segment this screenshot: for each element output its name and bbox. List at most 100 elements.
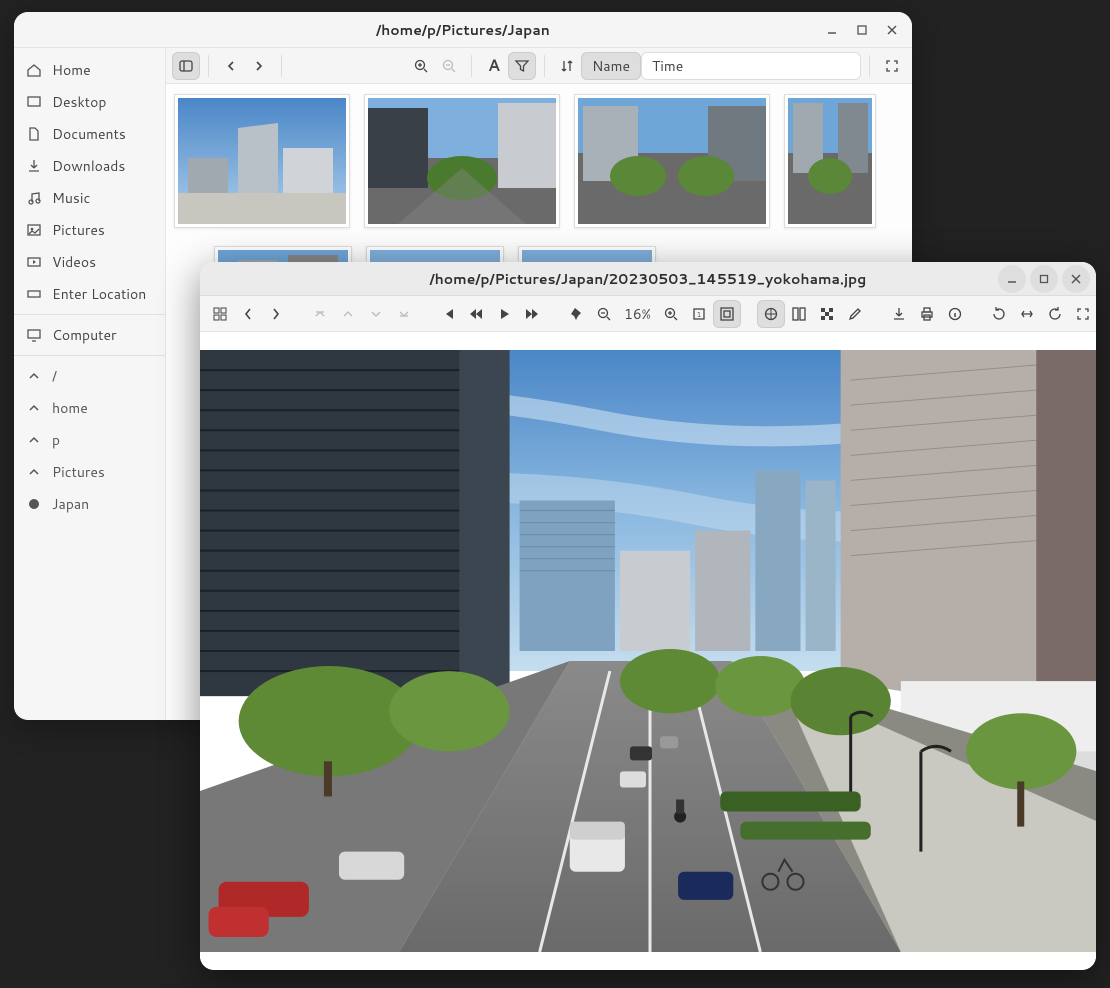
slideshow-first-button[interactable] <box>434 300 462 328</box>
imageviewer-window-controls <box>998 265 1090 293</box>
sort-label: Name <box>592 56 630 76</box>
zoom-actual-button[interactable]: 1 <box>685 300 713 328</box>
imageviewer-title: /home/p/Pictures/Japan/20230503_145519_y… <box>430 269 867 289</box>
close-button[interactable] <box>1062 265 1090 293</box>
music-icon <box>26 190 42 206</box>
computer-icon <box>26 327 42 343</box>
down-folder-button[interactable] <box>362 300 390 328</box>
pin-button[interactable] <box>562 300 590 328</box>
displayed-image <box>200 350 1096 952</box>
last-folder-button[interactable] <box>390 300 418 328</box>
slideshow-play-button[interactable] <box>490 300 518 328</box>
minimize-button[interactable] <box>818 16 846 44</box>
print-button[interactable] <box>913 300 941 328</box>
slideshow-prev-button[interactable] <box>462 300 490 328</box>
zoom-in-button[interactable] <box>407 52 435 80</box>
transparency-grid-button[interactable] <box>813 300 841 328</box>
sidebar-item-label: Pictures <box>52 220 105 240</box>
filemanager-window-controls <box>818 16 906 44</box>
sidebar-item-documents[interactable]: Documents <box>14 118 165 150</box>
sidebar-item-music[interactable]: Music <box>14 182 165 214</box>
breadcrumb-root[interactable]: / <box>14 360 165 392</box>
up-folder-button[interactable] <box>334 300 362 328</box>
documents-icon <box>26 126 42 142</box>
desktop-icon <box>26 94 42 110</box>
zoom-out-button[interactable] <box>435 52 463 80</box>
sidebar-item-label: Music <box>52 188 90 208</box>
save-button[interactable] <box>885 300 913 328</box>
sort-direction-button[interactable] <box>553 52 581 80</box>
filemanager-toolbar: A Name Time <box>166 48 912 84</box>
next-image-button[interactable] <box>262 300 290 328</box>
breadcrumb-label: Pictures <box>52 462 105 482</box>
color-management-button[interactable] <box>757 300 785 328</box>
breadcrumb-label: p <box>52 430 60 450</box>
maximize-button[interactable] <box>1030 265 1058 293</box>
toggle-sidebar-button[interactable] <box>172 52 200 80</box>
breadcrumb-pictures[interactable]: Pictures <box>14 456 165 488</box>
photo-thumbnail <box>368 98 556 224</box>
sidebar-separator <box>14 355 165 356</box>
zoom-fit-button[interactable] <box>713 300 741 328</box>
sidebar-item-videos[interactable]: Videos <box>14 246 165 278</box>
fullscreen-button[interactable] <box>1069 300 1096 328</box>
thumbnail-view-button[interactable] <box>206 300 234 328</box>
location-icon <box>26 286 42 302</box>
sidebar-item-desktop[interactable]: Desktop <box>14 86 165 118</box>
rotate-left-button[interactable] <box>985 300 1013 328</box>
first-folder-button[interactable] <box>306 300 334 328</box>
maximize-button[interactable] <box>848 16 876 44</box>
sidebar-item-home[interactable]: Home <box>14 54 165 86</box>
filter-button[interactable] <box>508 52 536 80</box>
sort-by-name-button[interactable]: Name <box>581 52 641 80</box>
thumbnail[interactable] <box>574 94 770 228</box>
minimize-button[interactable] <box>998 265 1026 293</box>
sidebar-separator <box>14 314 165 315</box>
imageviewer-toolbar: 16% 1 <box>200 296 1096 332</box>
downloads-icon <box>26 158 42 174</box>
filemanager-titlebar: /home/p/Pictures/Japan <box>14 12 912 48</box>
thumbnail[interactable] <box>784 94 876 228</box>
breadcrumb-p[interactable]: p <box>14 424 165 456</box>
zoom-in-button[interactable] <box>657 300 685 328</box>
photo-thumbnail <box>788 98 872 224</box>
sidebar-item-computer[interactable]: Computer <box>14 319 165 351</box>
sort-by-time-button[interactable]: Time <box>641 52 861 80</box>
sidebar-item-enter-location[interactable]: Enter Location <box>14 278 165 310</box>
zoom-out-button[interactable] <box>590 300 618 328</box>
flip-button[interactable] <box>1013 300 1041 328</box>
filemanager-title: /home/p/Pictures/Japan <box>376 20 550 40</box>
breadcrumb-home[interactable]: home <box>14 392 165 424</box>
sidebar-item-label: Downloads <box>52 156 125 176</box>
videos-icon <box>26 254 42 270</box>
image-viewport[interactable] <box>200 332 1096 970</box>
thumbnail[interactable] <box>364 94 560 228</box>
dot-icon <box>26 499 42 509</box>
imageviewer-window: /home/p/Pictures/Japan/20230503_145519_y… <box>200 262 1096 970</box>
sidebar-item-pictures[interactable]: Pictures <box>14 214 165 246</box>
chevron-up-icon <box>26 402 42 414</box>
breadcrumb-current[interactable]: Japan <box>14 488 165 520</box>
histogram-button[interactable] <box>785 300 813 328</box>
edit-button[interactable] <box>841 300 869 328</box>
nav-forward-button[interactable] <box>245 52 273 80</box>
nav-back-button[interactable] <box>217 52 245 80</box>
fullscreen-button[interactable] <box>878 52 906 80</box>
text-style-button[interactable]: A <box>480 52 508 80</box>
sidebar-item-label: Computer <box>52 325 116 345</box>
close-button[interactable] <box>878 16 906 44</box>
chevron-up-icon <box>26 370 42 382</box>
info-button[interactable] <box>941 300 969 328</box>
rotate-right-button[interactable] <box>1041 300 1069 328</box>
pictures-icon <box>26 222 42 238</box>
thumbnail[interactable] <box>174 94 350 228</box>
sidebar-item-label: Enter Location <box>52 284 146 304</box>
sidebar: Home Desktop Documents Downloads <box>14 48 166 720</box>
photo-thumbnail <box>178 98 346 224</box>
home-icon <box>26 62 42 78</box>
svg-text:1: 1 <box>697 310 701 320</box>
slideshow-next-button[interactable] <box>518 300 546 328</box>
sidebar-item-label: Desktop <box>52 92 106 112</box>
sidebar-item-downloads[interactable]: Downloads <box>14 150 165 182</box>
prev-image-button[interactable] <box>234 300 262 328</box>
